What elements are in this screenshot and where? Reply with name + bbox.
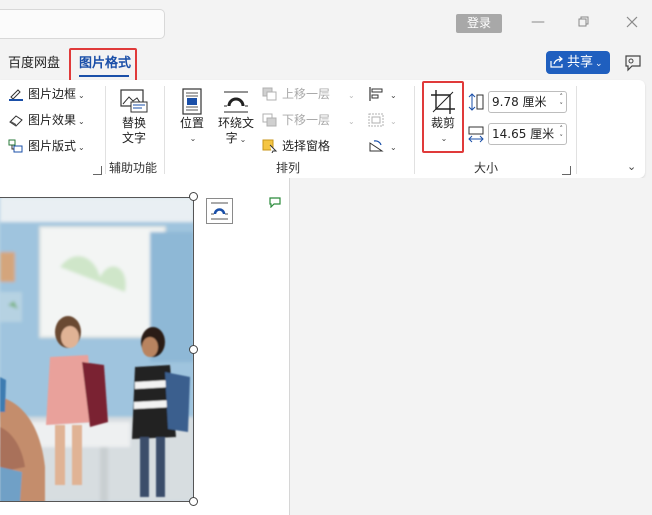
group-separator (414, 86, 415, 174)
width-value: 14.65 厘米 (492, 127, 555, 141)
share-label: 共享 (567, 55, 594, 70)
chevron-down-icon: ⌄ (78, 91, 85, 100)
crop-icon (425, 88, 461, 116)
send-backward-button[interactable]: 下移一层 ⌄ (262, 112, 355, 130)
picture-effects-label: 图片效果 (28, 113, 77, 127)
chevron-down-icon: ⌄ (348, 117, 355, 126)
group-separator (164, 86, 165, 174)
send-backward-icon (262, 113, 278, 127)
crop-button[interactable]: 裁剪 ⌄ (425, 88, 461, 146)
alt-text-icon (115, 88, 153, 116)
selection-pane-label: 选择窗格 (282, 139, 331, 153)
align-button[interactable]: ⌄ (368, 86, 397, 104)
tab-picture-format[interactable]: 图片格式 (79, 56, 131, 72)
height-icon (467, 92, 485, 116)
send-backward-label: 下移一层 (282, 113, 331, 127)
border-pen-icon (8, 87, 24, 101)
picture-effects-button[interactable]: 图片效果 ⌄ (8, 112, 85, 130)
chevron-down-icon: ⌄ (348, 91, 355, 100)
height-value: 9.78 厘米 (492, 95, 547, 109)
chevron-down-icon: ⌄ (595, 59, 603, 69)
selected-picture[interactable] (0, 197, 194, 502)
login-button[interactable]: 登录 (456, 14, 502, 33)
chevron-down-icon: ⌄ (390, 143, 397, 152)
selection-pane-button[interactable]: 选择窗格 (262, 138, 330, 154)
wrap-text-icon (214, 88, 258, 116)
bring-forward-button[interactable]: 上移一层 ⌄ (262, 86, 355, 104)
group-objects-icon (368, 113, 384, 127)
align-left-icon (368, 87, 384, 101)
comment-icon[interactable] (268, 196, 282, 209)
arrange-group-label: 排列 (276, 161, 301, 175)
close-icon[interactable] (622, 12, 642, 32)
rotate-icon (368, 139, 384, 153)
chevron-down-icon: ⌄ (239, 135, 247, 144)
accessibility-group-label: 辅助功能 (109, 161, 158, 175)
resize-handle-right[interactable] (189, 345, 198, 354)
resize-handle-bottom-right[interactable] (189, 497, 198, 506)
alt-text-button[interactable]: 替换 文字 (115, 88, 153, 146)
wrap-text-button[interactable]: 环绕文 字 ⌄ (214, 88, 258, 147)
picture-border-label: 图片边框 (28, 87, 77, 101)
position-icon (174, 88, 210, 116)
layout-icon (8, 139, 24, 153)
chevron-down-icon: ⌄ (390, 91, 397, 100)
group-separator (576, 86, 577, 174)
size-dialog-launcher[interactable] (562, 166, 571, 175)
active-tab-indicator (79, 75, 129, 77)
selection-border-bottom (0, 501, 194, 502)
size-group-label: 大小 (474, 161, 499, 175)
picture-layout-label: 图片版式 (28, 139, 77, 153)
picture-layout-button[interactable]: 图片版式 ⌄ (8, 138, 85, 156)
feedback-icon[interactable] (622, 52, 644, 74)
chevron-down-icon: ⌄ (78, 143, 85, 152)
width-icon (467, 125, 485, 149)
group-separator (105, 86, 106, 174)
ribbon-panel: 图片边框 ⌄ 图片效果 ⌄ 图片版式 ⌄ 替换 文字 辅助功能 位置 ⌄ 环绕文 字 ⌄… (0, 80, 645, 178)
chevron-down-icon: ⌄ (390, 117, 397, 126)
width-spinner[interactable]: ˄ ˅ (560, 125, 564, 143)
crop-label: 裁剪 (430, 116, 455, 130)
share-icon (550, 53, 564, 68)
position-button[interactable]: 位置 ⌄ (174, 88, 210, 146)
collapse-ribbon-icon[interactable]: ⌄ (627, 160, 636, 173)
wrap-text-label-line2: 字 (225, 131, 238, 145)
selection-border-top (0, 197, 194, 198)
selection-pane-icon (262, 139, 278, 154)
resize-handle-top-right[interactable] (189, 192, 198, 201)
restore-icon[interactable] (574, 12, 594, 32)
height-field[interactable]: 9.78 厘米 ˄ ˅ (488, 91, 567, 113)
alt-text-label-line1: 替换 (121, 116, 146, 130)
chevron-down-icon: ⌄ (189, 134, 197, 143)
alt-text-label-line2: 文字 (121, 131, 146, 145)
tab-baidu-netdisk[interactable]: 百度网盘 (8, 56, 60, 72)
chevron-down-icon: ⌄ (440, 134, 448, 143)
width-field[interactable]: 14.65 厘米 ˄ ˅ (488, 123, 567, 145)
minimize-icon[interactable]: — (528, 12, 548, 32)
position-label: 位置 (179, 116, 204, 130)
share-button[interactable]: 共享 ⌄ (546, 51, 610, 74)
effects-icon (8, 113, 24, 127)
title-bar: 登录 — (0, 0, 652, 47)
picture-border-button[interactable]: 图片边框 ⌄ (8, 86, 85, 104)
bring-forward-label: 上移一层 (282, 87, 331, 101)
picture-styles-dialog-launcher[interactable] (93, 166, 102, 175)
wrap-text-label-line2-row: 字 ⌄ (214, 131, 258, 147)
search-box[interactable] (0, 9, 165, 39)
wrap-text-label-line1: 环绕文 (217, 116, 254, 130)
height-spinner[interactable]: ˄ ˅ (560, 93, 564, 111)
rotate-button[interactable]: ⌄ (368, 138, 397, 156)
bring-forward-icon (262, 87, 278, 101)
group-objects-button[interactable]: ⌄ (368, 112, 397, 130)
chevron-down-icon: ⌄ (78, 117, 85, 126)
layout-options-icon[interactable] (206, 198, 233, 224)
